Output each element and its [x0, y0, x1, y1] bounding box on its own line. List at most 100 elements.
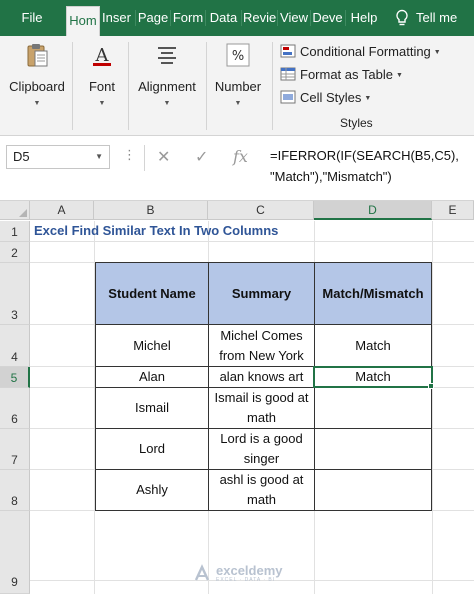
row-number: 8	[11, 494, 18, 508]
tab-divider	[241, 10, 242, 26]
tab-insert[interactable]: Inser	[101, 0, 132, 36]
tab-developer[interactable]: Deve	[312, 0, 343, 36]
table-cell-summary[interactable]: Michel Comes from New York	[209, 325, 315, 367]
font-group[interactable]: A Font ▼	[78, 36, 126, 136]
table-cell-name[interactable]: Lord	[96, 429, 209, 470]
table-cell-summary[interactable]: ashl is good at math	[209, 470, 315, 511]
format-as-table-button[interactable]: Format as Table ▼	[280, 65, 403, 85]
ribbon-divider	[272, 42, 273, 130]
tab-divider	[135, 10, 136, 26]
row-header-4[interactable]: 4	[0, 325, 30, 367]
watermark-tagline: EXCEL · DATA · BI	[216, 577, 276, 583]
column-header-c[interactable]: C	[208, 201, 314, 220]
column-header-e[interactable]: E	[432, 201, 474, 220]
cell-styles-button[interactable]: Cell Styles ▼	[280, 88, 371, 108]
table-cell-result[interactable]	[315, 388, 432, 429]
header-match-mismatch[interactable]: Match/Mismatch	[315, 263, 432, 325]
clipboard-group[interactable]: Clipboard ▼	[4, 36, 70, 136]
tab-review[interactable]: Revie	[243, 0, 276, 36]
clipboard-label: Clipboard	[9, 79, 65, 94]
row-header-9[interactable]: 9	[0, 511, 30, 594]
table-cell-summary[interactable]: alan knows art	[209, 367, 315, 388]
cancel-icon[interactable]: ✕	[157, 147, 170, 167]
name-box[interactable]: D5 ▼	[6, 145, 110, 169]
table-cell-result[interactable]: Match	[315, 325, 432, 367]
column-header-d[interactable]: D	[314, 201, 432, 220]
tab-view[interactable]: View	[279, 0, 309, 36]
alignment-group[interactable]: Alignment ▼	[132, 36, 202, 136]
cell-styles-label: Cell Styles	[300, 90, 362, 105]
enter-icon[interactable]: ✓	[195, 147, 208, 167]
chevron-down-icon: ▼	[395, 72, 403, 79]
tab-divider	[205, 10, 206, 26]
conditional-formatting-button[interactable]: Conditional Formatting ▼	[280, 42, 441, 62]
tell-me-search[interactable]: Tell me	[416, 0, 466, 36]
styles-group-label: Styles	[340, 116, 373, 130]
font-label: Font	[88, 79, 115, 94]
chevron-down-icon[interactable]: ▼	[95, 146, 103, 168]
table-cell-summary[interactable]: Ismail is good at math	[209, 388, 315, 429]
font-icon: A	[93, 45, 111, 66]
gridline	[432, 221, 433, 594]
tab-data[interactable]: Data	[207, 0, 240, 36]
name-box-value: D5	[13, 149, 30, 164]
tab-file[interactable]: File	[14, 0, 50, 36]
table-cell-name[interactable]: Ismail	[96, 388, 209, 429]
tab-home[interactable]: Hom	[66, 6, 100, 36]
table-cell-result[interactable]	[315, 470, 432, 511]
ribbon-divider	[206, 42, 207, 130]
gridline	[30, 241, 474, 242]
conditional-formatting-icon	[280, 44, 296, 58]
format-as-table-label: Format as Table	[300, 67, 393, 82]
header-summary[interactable]: Summary	[209, 263, 315, 325]
header-student-name[interactable]: Student Name	[96, 263, 209, 325]
clipboard-icon	[27, 44, 48, 67]
ribbon: Clipboard ▼ A Font ▼ Alignment ▼ % Numbe…	[0, 36, 474, 136]
watermark-name: exceldemy	[216, 563, 283, 578]
row-header-1[interactable]: 1	[0, 221, 30, 242]
table-cell-name[interactable]: Michel	[96, 325, 209, 367]
ribbon-tab-bar: File Hom Inser Page Form Data Revie View…	[0, 0, 474, 36]
column-header-a[interactable]: A	[30, 201, 94, 220]
column-header-b[interactable]: B	[94, 201, 208, 220]
row-header-3[interactable]: 3	[0, 263, 30, 325]
resize-handle-icon[interactable]: ⋮	[123, 147, 137, 163]
chevron-down-icon: ▼	[364, 95, 372, 102]
number-group[interactable]: % Number ▼	[210, 36, 266, 136]
table-cell-result[interactable]	[315, 429, 432, 470]
svg-text:%: %	[232, 49, 244, 64]
formula-buttons: ✕ ✓ fx	[144, 145, 262, 171]
tab-divider	[345, 10, 346, 26]
percent-icon: %	[226, 43, 250, 67]
select-all-button[interactable]	[0, 201, 30, 220]
table-cell-name[interactable]: Alan	[96, 367, 209, 388]
row-number: 1	[11, 225, 18, 239]
sheet-title[interactable]: Excel Find Similar Text In Two Columns	[34, 223, 278, 238]
insert-function-icon[interactable]: fx	[233, 147, 248, 166]
row-header-8[interactable]: 8	[0, 470, 30, 511]
svg-text:A: A	[95, 45, 110, 66]
alignment-label: Alignment	[138, 79, 196, 94]
formula-input[interactable]: =IFERROR(IF(SEARCH(B5,C5), "Match"),"Mis…	[270, 145, 470, 187]
tab-divider	[277, 10, 278, 26]
table-cell-name[interactable]: Ashly	[96, 470, 209, 511]
row-header-5[interactable]: 5	[0, 367, 30, 388]
conditional-formatting-label: Conditional Formatting	[300, 44, 431, 59]
row-number: 5	[10, 371, 18, 385]
tab-help[interactable]: Help	[348, 0, 380, 36]
chevron-down-icon: ▼	[98, 100, 106, 107]
row-header-2[interactable]: 2	[0, 242, 30, 263]
tab-formulas[interactable]: Form	[172, 0, 204, 36]
row-header-6[interactable]: 6	[0, 388, 30, 429]
formula-bar: D5 ▼ ⋮ ✕ ✓ fx =IFERROR(IF(SEARCH(B5,C5),…	[0, 137, 474, 201]
fill-handle[interactable]	[428, 383, 434, 389]
tab-page-layout[interactable]: Page	[137, 0, 169, 36]
row-header-7[interactable]: 7	[0, 429, 30, 470]
lightbulb-icon[interactable]	[394, 9, 410, 27]
ribbon-divider	[72, 42, 73, 130]
chevron-down-icon: ▼	[33, 100, 41, 107]
tab-divider	[310, 10, 311, 26]
row-number: 7	[11, 453, 18, 467]
table-cell-summary[interactable]: Lord is a good singer	[209, 429, 315, 470]
align-icon	[158, 47, 176, 64]
